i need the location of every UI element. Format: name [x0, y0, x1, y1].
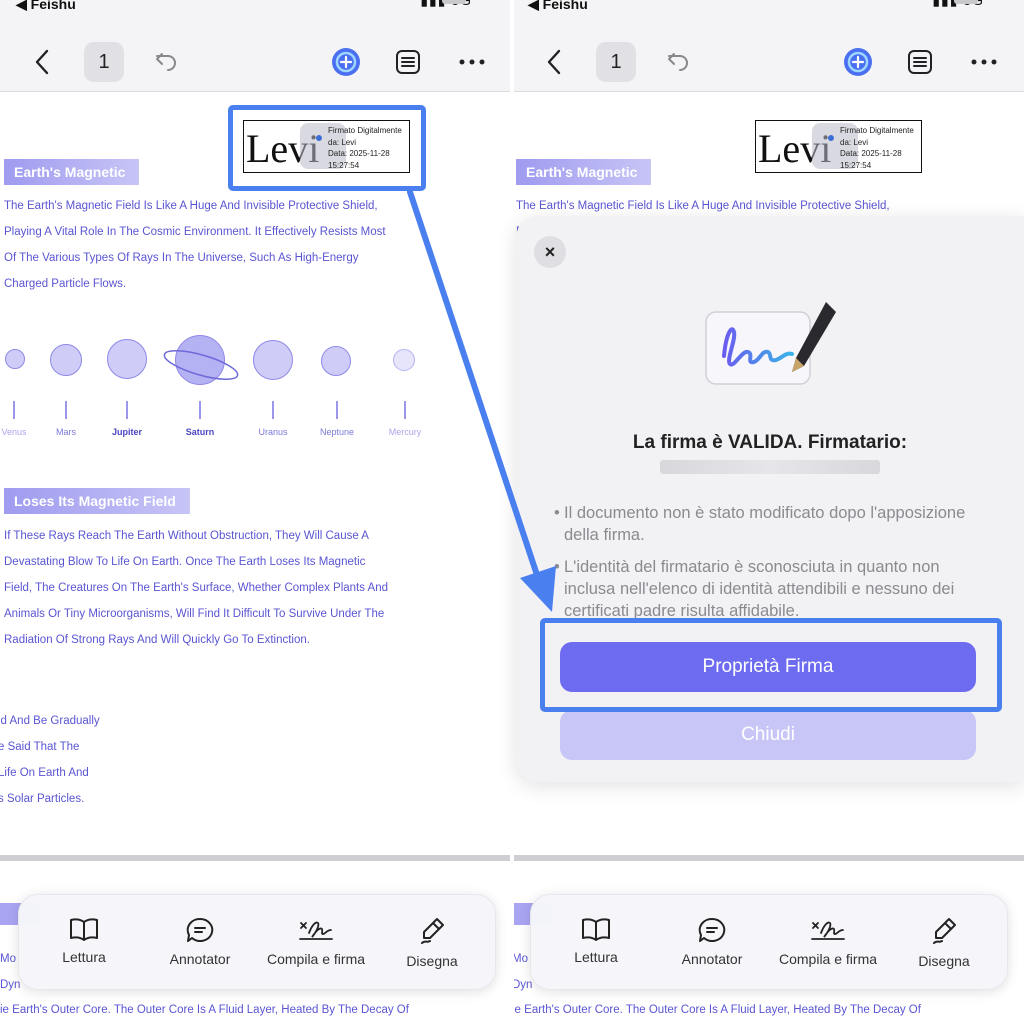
pen-icon	[421, 918, 444, 944]
undo-button[interactable]	[150, 42, 182, 82]
tool-annotator[interactable]: Annotator	[657, 917, 767, 967]
document-page[interactable]: Levi Firmato Digitalmente da: Levi Data:…	[0, 93, 512, 855]
signature-icon	[299, 921, 333, 940]
planet-label: Neptune	[319, 427, 355, 437]
page-text: Mo	[0, 953, 16, 965]
undo-icon	[156, 53, 176, 71]
section-heading: Earth's Magnetic	[516, 159, 652, 185]
chevron-left-icon	[547, 49, 561, 75]
planet-jupiter	[107, 339, 147, 379]
dialog-title: La firma è VALIDA. Firmatario:	[632, 432, 908, 453]
ai-assistant-icon	[844, 48, 872, 76]
undo-button[interactable]	[662, 42, 694, 82]
tool-compila-firma[interactable]: Compila e firma	[261, 917, 371, 967]
top-toolbar: 1	[0, 16, 512, 92]
dialog-bullet: • L'identità del firmatario è sconosciuta…	[554, 558, 955, 620]
status-bar: ◀ Feishu ▮▮▮ 5G	[0, 0, 512, 16]
page-text: ie Earth's Outer Core. The Outer Core Is…	[512, 1004, 921, 1016]
page-number-button[interactable]: 1	[84, 42, 124, 82]
planet-label: Saturn	[185, 427, 215, 437]
tick	[272, 401, 274, 419]
tick	[126, 401, 128, 419]
tick	[199, 401, 201, 419]
signer-redacted	[660, 460, 880, 474]
comment-icon	[698, 917, 726, 942]
page-text: Dyn	[512, 979, 533, 991]
section-heading: Loses Its Magnetic Field	[4, 488, 190, 514]
planet-venus	[5, 349, 25, 369]
planet-mercury	[393, 349, 415, 371]
more-icon	[459, 59, 485, 65]
ai-assistant-icon	[332, 48, 360, 76]
top-toolbar: 1	[512, 16, 1024, 92]
undo-icon	[668, 53, 688, 71]
annotation-highlight-signature	[228, 105, 426, 191]
tick	[336, 401, 338, 419]
page-text: Dyn	[0, 979, 21, 991]
more-button[interactable]	[456, 42, 488, 82]
book-icon	[582, 918, 610, 941]
signature-illustration-icon	[702, 294, 842, 395]
tool-lettura[interactable]: Lettura	[29, 917, 139, 965]
battery-icon	[954, 0, 978, 4]
signature-icon	[811, 921, 845, 940]
battery-icon	[442, 0, 466, 4]
back-to-app-link[interactable]: ◀ Feishu	[16, 0, 76, 13]
planet-neptune	[321, 346, 351, 376]
back-button[interactable]	[540, 42, 568, 82]
section-heading: Earth's Magnetic	[4, 159, 140, 185]
planet-uranus	[253, 340, 293, 380]
tick	[65, 401, 67, 419]
tool-disegna[interactable]: Disegna	[377, 917, 487, 969]
planet-label: Uranus	[258, 427, 288, 437]
bottom-toolbar: Lettura Annotator Compila e firma Disegn…	[18, 894, 496, 990]
page-text: Mo	[512, 953, 528, 965]
signature-meta: Firmato Digitalmente da: Levi Data: 2025…	[840, 126, 914, 170]
planet-label: Jupiter	[111, 427, 143, 437]
more-button[interactable]	[968, 42, 1000, 82]
page-number-button[interactable]: 1	[596, 42, 636, 82]
tool-disegna[interactable]: Disegna	[889, 917, 999, 969]
back-button[interactable]	[28, 42, 56, 82]
tool-annotator[interactable]: Annotator	[145, 917, 255, 967]
signature-field[interactable]: Levi Firmato Digitalmente da: Levi Data:…	[755, 120, 922, 173]
outline-button[interactable]	[392, 42, 424, 82]
section-paragraph: If These Rays Reach The Earth Without Ob…	[4, 530, 389, 646]
ai-assistant-button[interactable]	[840, 42, 876, 82]
page-text: ie Earth's Outer Core. The Outer Core Is…	[0, 1004, 409, 1016]
planet-label: Venus	[1, 427, 27, 437]
section-fragment: ld And Be Gradually e Said That The Life…	[0, 715, 100, 805]
back-to-app-link[interactable]: ◀ Feishu	[528, 0, 588, 13]
outline-button[interactable]	[904, 42, 936, 82]
planet-label: Mars	[56, 427, 76, 437]
bottom-toolbar: Lettura Annotator Compila e firma Disegn…	[530, 894, 1008, 990]
close-dialog-button[interactable]: Chiudi	[560, 710, 976, 760]
screen-divider	[510, 0, 514, 1024]
close-icon: ×	[544, 241, 556, 262]
status-bar: ◀ Feishu ▮▮▮ 5G	[512, 0, 1024, 16]
tool-compila-firma[interactable]: Compila e firma	[773, 917, 883, 967]
tick	[404, 401, 406, 419]
saturn-ring	[163, 350, 239, 380]
pen-icon	[933, 918, 956, 944]
planet-label: Mercury	[388, 427, 422, 437]
more-icon	[971, 59, 997, 65]
book-icon	[70, 918, 98, 941]
tick	[13, 401, 15, 419]
annotation-highlight-button	[540, 618, 1002, 712]
chevron-left-icon	[35, 49, 49, 75]
comment-icon	[186, 917, 214, 942]
list-icon	[908, 50, 932, 74]
list-icon	[396, 50, 420, 74]
close-button[interactable]: ×	[534, 236, 566, 268]
planet-mars	[50, 344, 82, 376]
tool-lettura[interactable]: Lettura	[541, 917, 651, 965]
section-paragraph: The Earth's Magnetic Field Is Like A Hug…	[4, 200, 386, 290]
dialog-bullet: • Il documento non è stato modificato dop…	[554, 504, 966, 544]
ai-assistant-button[interactable]	[328, 42, 364, 82]
